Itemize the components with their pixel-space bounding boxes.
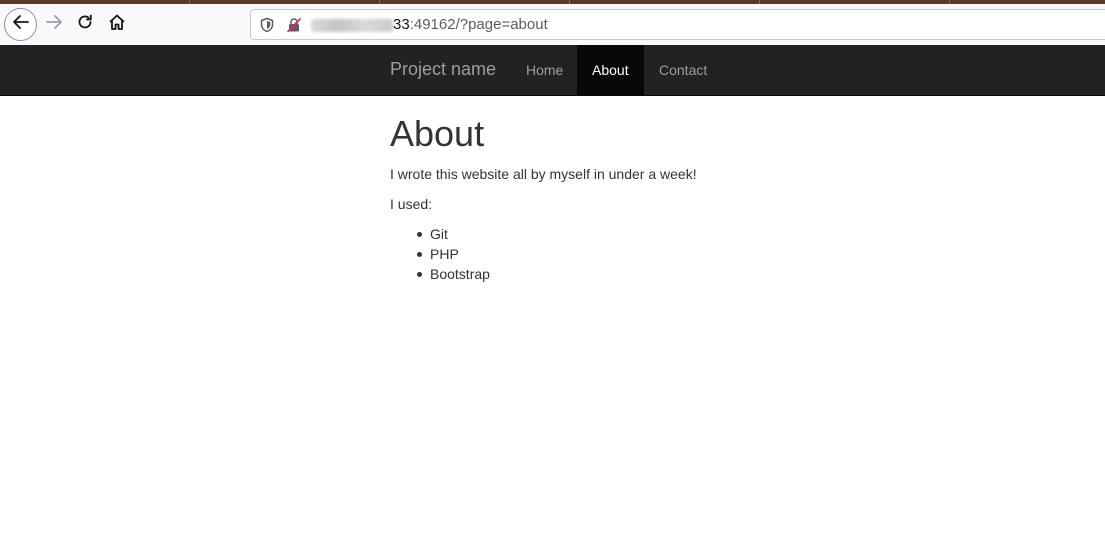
list-item: Git (417, 224, 990, 244)
reload-icon (76, 13, 94, 36)
tools-list: Git PHP Bootstrap (390, 224, 990, 284)
list-item: PHP (417, 244, 990, 264)
redacted-host (311, 19, 393, 32)
forward-button[interactable] (39, 9, 69, 39)
insecure-lock-icon[interactable] (286, 17, 302, 38)
home-button[interactable] (102, 9, 132, 39)
back-button[interactable] (4, 8, 37, 41)
intro-text: I wrote this website all by myself in un… (390, 166, 697, 182)
home-icon (108, 13, 126, 36)
site-navbar: Project name Home About Contact (0, 45, 1105, 96)
url-bar[interactable]: 33:49162/?page=about (250, 9, 1105, 40)
nav-item-home[interactable]: Home (511, 45, 578, 95)
list-item: Bootstrap (417, 264, 990, 284)
nav-item-contact[interactable]: Contact (644, 45, 722, 95)
browser-toolbar: 33:49162/?page=about (0, 4, 1105, 45)
navbar-brand[interactable]: Project name (390, 59, 496, 80)
forward-arrow-icon (45, 13, 63, 36)
page-title: About (390, 113, 485, 154)
used-label: I used: (390, 196, 433, 212)
main-content: About I wrote this website all by myself… (390, 96, 990, 284)
back-arrow-icon (12, 13, 30, 36)
nav-item-about[interactable]: About (577, 45, 644, 95)
reload-button[interactable] (70, 9, 100, 39)
url-text[interactable]: 33:49162/?page=about (393, 16, 548, 33)
tracking-shield-icon[interactable] (259, 17, 275, 38)
